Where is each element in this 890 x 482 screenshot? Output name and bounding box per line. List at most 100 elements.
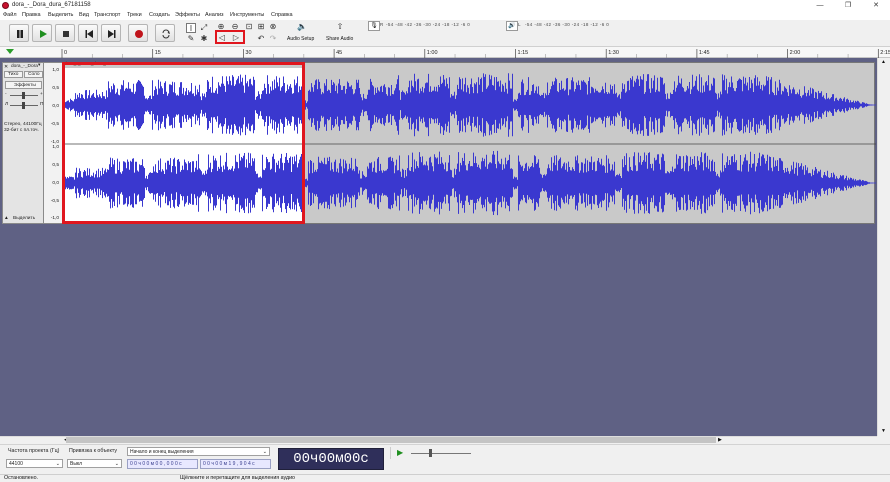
share-icon: ⇧ [336, 22, 344, 31]
skip-to-end-button[interactable] [101, 24, 121, 42]
undo-icon[interactable]: ↶ [256, 34, 266, 44]
amp-label: -1,0 [50, 216, 59, 221]
draw-tool-icon[interactable]: ✎ [186, 34, 196, 44]
project-rate-select[interactable]: 44100 ⌄ [6, 459, 63, 468]
speaker-icon: 🔈 [297, 22, 307, 31]
close-button[interactable]: ✕ [866, 0, 886, 11]
amp-label: 0,0 [52, 104, 59, 109]
playback-meter-scale[interactable]: -54 -48 -42 -36 -30 -24 -18 -12 -6 0 [525, 22, 609, 30]
timeline-tick-label: 1:45 [699, 50, 710, 56]
timeline-tick-label: 0 [64, 50, 67, 56]
record-button[interactable] [128, 24, 148, 42]
track-close-icon[interactable]: ✕ [4, 64, 8, 70]
pause-button[interactable] [9, 24, 29, 42]
project-rate-label: Частота проекта (Гц) [8, 448, 60, 454]
amplitude-ruler[interactable]: 1,0 0,5 0,0 -0,5 -1,0 1,0 0,5 0,0 -0,5 -… [44, 62, 62, 224]
menu-tools[interactable]: Инструменты [230, 12, 264, 18]
speed-slider-track[interactable] [411, 453, 471, 454]
vertical-scrollbar[interactable]: ▲ ▼ [877, 58, 890, 436]
loop-button[interactable] [155, 24, 175, 42]
selection-mode-value: Начало и конец выделения [130, 449, 194, 455]
pause-icon [17, 30, 23, 38]
multi-tool-icon[interactable]: ✱ [199, 34, 209, 44]
fit-project-icon[interactable]: ⊞ [256, 22, 266, 32]
playback-meter-channel: L [518, 22, 521, 27]
horizontal-scroll-thumb[interactable] [66, 437, 716, 443]
gain-minus-label: - [5, 92, 7, 97]
audio-position-display[interactable]: 00ч00м00с [278, 448, 384, 470]
record-meter-icon[interactable]: 🎙 [368, 21, 380, 31]
envelope-tool-icon[interactable]: ⤢ [199, 23, 209, 33]
menu-select[interactable]: Выделить [48, 12, 73, 18]
maximize-button[interactable]: ❐ [838, 0, 858, 11]
timeline-tick-label: 2:00 [790, 50, 801, 56]
title-bar: dora_-_Dora_dura_67181158 — ❐ ✕ [0, 0, 890, 11]
scroll-right-icon[interactable]: ▶ [718, 437, 722, 443]
status-state: Остановлено. [4, 475, 39, 481]
timeline-tick-label: 15 [155, 50, 161, 56]
track-name-menu[interactable]: dora_-_Dora [11, 64, 38, 69]
selection-tool-icon[interactable]: I [186, 23, 196, 33]
audio-setup-button[interactable]: Audio Setup [287, 36, 314, 42]
project-rate-value: 44100 [9, 461, 23, 467]
skip-start-icon [85, 30, 93, 38]
menu-view[interactable]: Вид [79, 12, 89, 18]
amp-label: 0,5 [52, 86, 59, 91]
stop-button[interactable] [55, 24, 75, 42]
snap-select[interactable]: Выкл ⌄ [67, 459, 122, 468]
track-menu-chevron-icon[interactable]: ▾ [38, 63, 40, 68]
play-at-speed-icon[interactable]: ▶ [397, 448, 403, 457]
pan-left-label: Л [5, 102, 9, 107]
menu-generate[interactable]: Создать [149, 12, 170, 18]
solo-label: Соло [28, 72, 40, 77]
menu-transport[interactable]: Транспорт [94, 12, 120, 18]
effects-button[interactable]: Эффекты [5, 81, 42, 89]
menu-analyze[interactable]: Анализ [205, 12, 224, 18]
timeline-ruler[interactable]: 0 15 30 45 1:00 1:15 1:30 1:45 2:00 2:15 [0, 47, 890, 58]
gain-slider-handle[interactable] [22, 92, 25, 99]
solo-button[interactable]: Соло [24, 71, 43, 78]
selection-start-time[interactable]: 0 0 ч 0 0 м 0 0 , 0 0 0 с [127, 459, 198, 469]
skip-end-icon [108, 30, 116, 38]
highlight-trim-silence-box [215, 30, 245, 44]
loop-icon [162, 29, 170, 39]
selection-end-time[interactable]: 0 0 ч 0 0 м 1 9 , 9 0 4 с [200, 459, 271, 469]
timeline-pin-icon[interactable] [6, 49, 14, 54]
pan-slider-handle[interactable] [22, 102, 25, 109]
timeline-tick-label: 1:30 [608, 50, 619, 56]
play-icon [40, 30, 47, 38]
scroll-down-icon[interactable]: ▼ [881, 428, 886, 434]
select-track-button[interactable]: Выделить [13, 216, 35, 221]
playback-meter-icon[interactable]: 🔊 [506, 21, 518, 31]
menu-tracks[interactable]: Треки [127, 12, 142, 18]
scroll-up-icon[interactable]: ▲ [881, 59, 886, 65]
share-audio-button[interactable]: Share Audio [326, 36, 353, 42]
menu-help[interactable]: Справка [271, 12, 293, 18]
mute-label: Тихо [8, 72, 19, 77]
redo-icon[interactable]: ↷ [268, 34, 278, 44]
collapse-track-icon[interactable]: ▲ [4, 216, 9, 221]
menu-edit[interactable]: Правка [22, 12, 41, 18]
selection-mode-select[interactable]: Начало и конец выделения ⌄ [127, 447, 270, 456]
timeline-tick-label: 45 [336, 50, 342, 56]
minimize-button[interactable]: — [810, 0, 830, 11]
speed-slider-handle[interactable] [429, 449, 432, 457]
amp-label: 1,0 [52, 68, 59, 73]
record-meter-scale[interactable]: -54 -48 -42 -36 -30 -24 -18 -12 -6 0 [386, 22, 470, 30]
skip-to-start-button[interactable] [78, 24, 98, 42]
highlight-selection-box [62, 62, 305, 224]
audacity-app-icon [2, 2, 9, 9]
mute-button[interactable]: Тихо [4, 71, 23, 78]
play-button[interactable] [32, 24, 52, 42]
effects-label: Эффекты [14, 82, 36, 88]
fit-selection-icon[interactable]: ⊡ [244, 22, 254, 32]
menu-effects[interactable]: Эффекты [175, 12, 200, 18]
zoom-toggle-icon[interactable]: ⊗ [268, 22, 278, 32]
track-info-format: Стерео, 44100Гц [4, 122, 42, 127]
chevron-down-icon: ⌄ [55, 461, 60, 467]
timeline-tick-label: 1:00 [427, 50, 438, 56]
chevron-down-icon: ⌄ [262, 449, 267, 455]
amp-label: 0,5 [52, 163, 59, 168]
menu-file[interactable]: Файл [3, 12, 17, 18]
stop-icon [63, 31, 69, 37]
